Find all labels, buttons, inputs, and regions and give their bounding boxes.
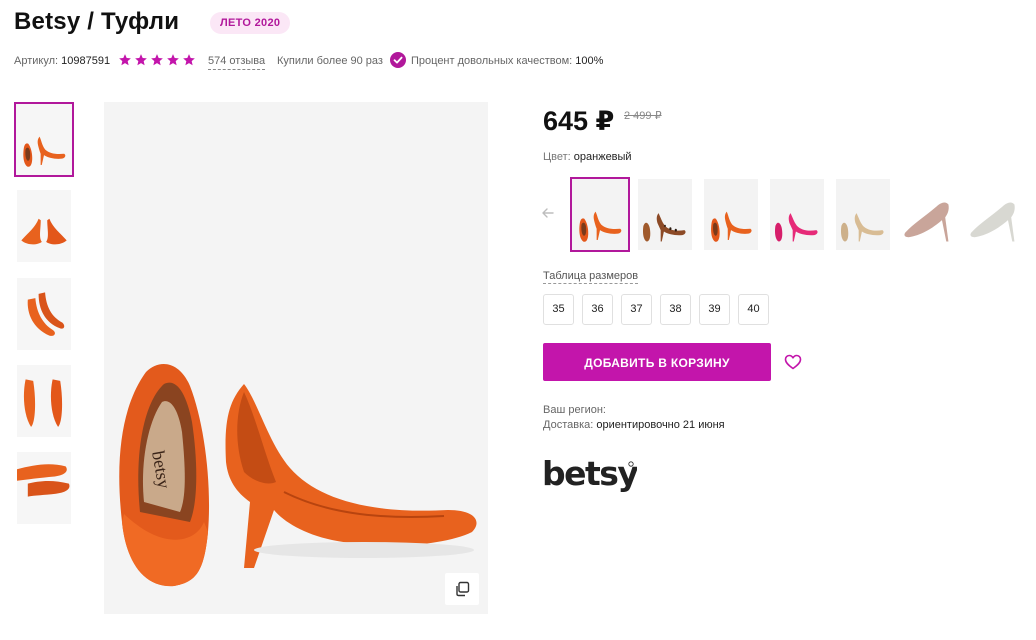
thumbnail-1[interactable] <box>14 102 74 177</box>
color-swatch-4[interactable] <box>770 179 824 250</box>
season-badge: ЛЕТО 2020 <box>210 12 291 34</box>
color-value: оранжевый <box>573 151 632 163</box>
quality-label: Процент довольных качеством: <box>411 55 573 67</box>
size-option[interactable]: 37 <box>621 294 652 325</box>
delivery-value: ориентировочно 21 июня <box>596 419 725 431</box>
article-value: 10987591 <box>61 55 111 67</box>
color-swatch-5[interactable] <box>836 179 890 250</box>
color-swatch-2[interactable] <box>638 179 692 250</box>
svg-text:betsy: betsy <box>542 455 637 493</box>
article-number: Артикул: 10987591 <box>14 54 110 68</box>
rating-stars <box>118 53 196 67</box>
article-label: Артикул: <box>14 55 59 67</box>
color-swatch-1[interactable] <box>570 177 630 252</box>
thumbnail-5[interactable] <box>17 452 71 524</box>
color-label: Цвет: <box>543 151 571 163</box>
size-option[interactable]: 35 <box>543 294 574 325</box>
star-icon <box>118 53 132 67</box>
color-swatch-6[interactable] <box>902 179 956 250</box>
arrow-left-icon[interactable] <box>541 206 555 220</box>
copy-icon <box>456 581 470 597</box>
color-swatch-3[interactable] <box>704 179 758 250</box>
purchase-count: Купили более 90 раз <box>277 55 383 67</box>
check-icon <box>390 52 406 68</box>
size-table-link[interactable]: Таблица размеров <box>543 270 639 284</box>
star-icon <box>150 53 164 67</box>
thumbnail-2[interactable] <box>17 190 71 262</box>
delivery-label: Доставка: <box>543 419 594 431</box>
color-swatch-7[interactable] <box>968 179 1022 250</box>
thumbnail-4[interactable] <box>17 365 71 437</box>
product-main-image[interactable]: betsy <box>104 102 488 614</box>
star-icon <box>166 53 180 67</box>
heart-icon[interactable] <box>784 353 802 371</box>
size-option[interactable]: 39 <box>699 294 730 325</box>
region-label: Ваш регион: <box>543 404 606 416</box>
current-price: 645 ₽ <box>543 106 615 136</box>
quality-value: 100% <box>575 55 604 67</box>
brand-logo[interactable]: betsy <box>542 455 637 497</box>
color-info: Цвет: оранжевый <box>543 151 632 163</box>
delivery-info: Доставка: ориентировочно 21 июня <box>543 419 725 431</box>
page-title: Betsy / Туфли <box>14 8 180 35</box>
add-to-cart-button[interactable]: ДОБАВИТЬ В КОРЗИНУ <box>543 343 771 381</box>
quality-percent: Процент довольных качеством: 100% <box>411 54 603 68</box>
zoom-button[interactable] <box>445 573 479 605</box>
star-icon <box>134 53 148 67</box>
old-price: 2 499 ₽ <box>624 110 662 122</box>
size-option[interactable]: 38 <box>660 294 691 325</box>
thumbnail-3[interactable] <box>17 278 71 350</box>
reviews-link[interactable]: 574 отзыва <box>208 54 266 70</box>
size-option[interactable]: 36 <box>582 294 613 325</box>
size-option[interactable]: 40 <box>738 294 769 325</box>
star-icon <box>182 53 196 67</box>
